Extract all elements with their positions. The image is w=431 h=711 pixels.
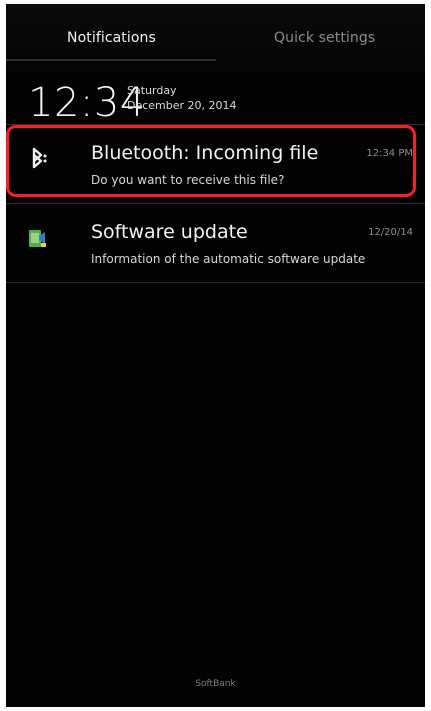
tab-quick-settings[interactable]: Quick settings (274, 30, 375, 46)
carrier-label: SoftBank (195, 679, 236, 689)
status-date: December 20, 2014 (127, 99, 237, 112)
notification-text: Information of the automatic software up… (91, 252, 366, 266)
notification-shade: Notifications Quick settings 12:34 Satur… (6, 4, 425, 707)
notification-title: Software update (91, 221, 248, 243)
divider (6, 282, 425, 283)
software-update-icon (23, 223, 51, 251)
tab-notifications[interactable]: Notifications (67, 30, 156, 46)
active-tab-indicator (6, 59, 216, 61)
status-day: Saturday (127, 84, 177, 97)
notification-time: 12/20/14 (368, 227, 413, 238)
highlight-outline (6, 125, 416, 197)
notification-software-update[interactable]: Software update Information of the autom… (6, 209, 425, 273)
notification-tabs: Notifications Quick settings (6, 4, 425, 72)
divider (6, 203, 425, 204)
